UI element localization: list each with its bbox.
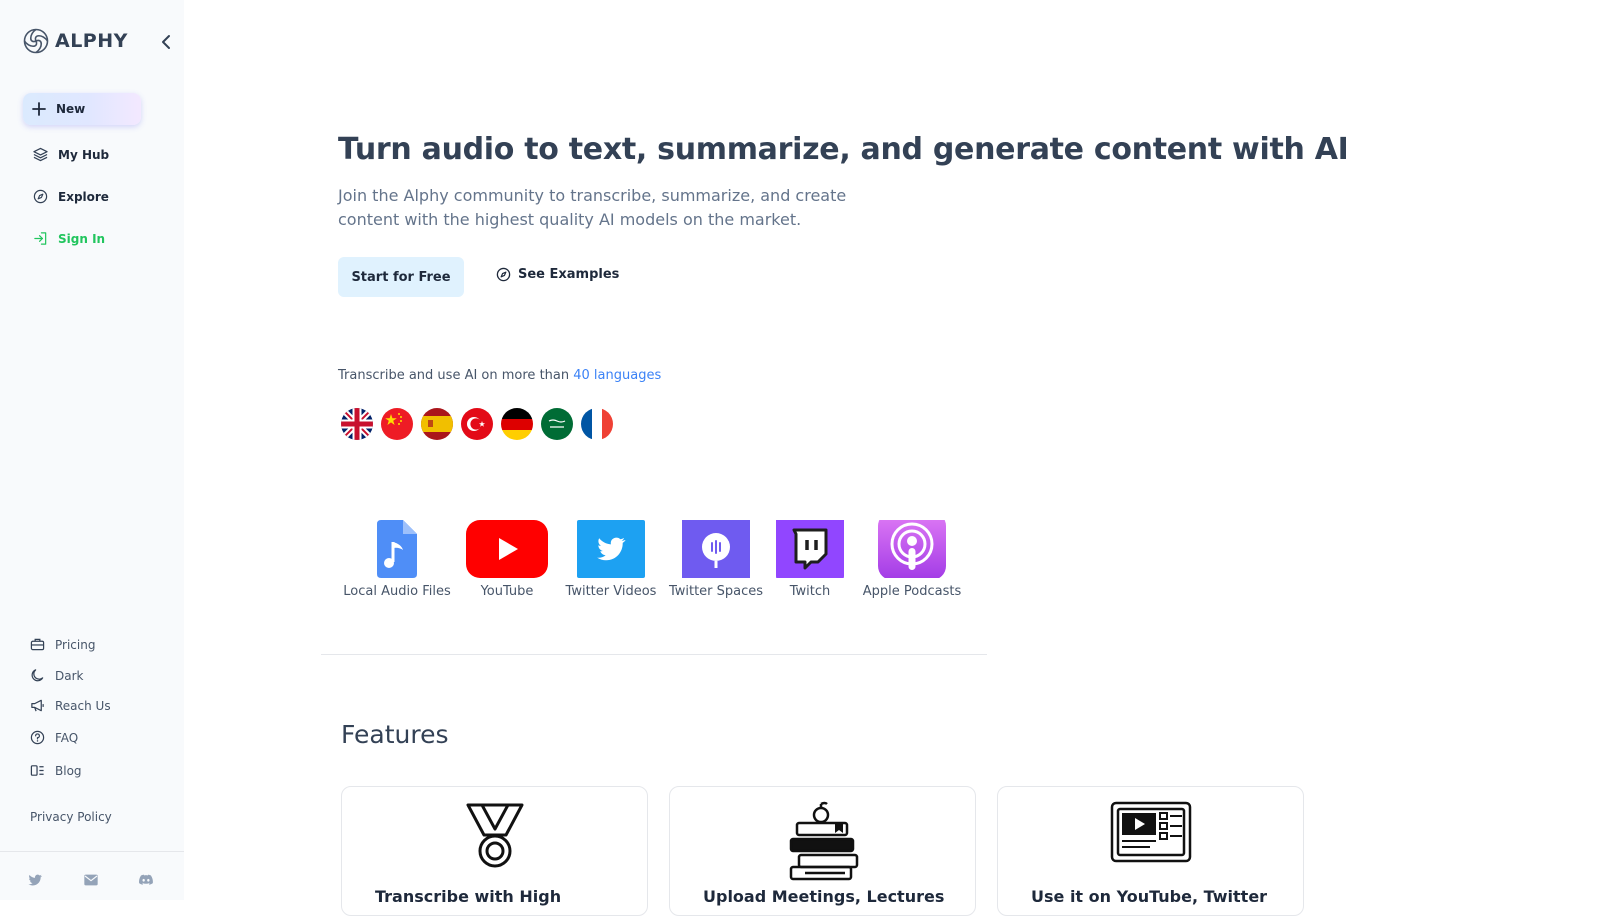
feature-card-title: Upload Meetings, Lectures [703,887,945,906]
source-local-audio[interactable]: Local Audio Files [338,520,456,599]
features-title: Features [341,720,449,749]
mail-icon[interactable] [83,872,99,888]
question-icon [30,730,45,745]
source-twitter-spaces[interactable]: Twitter Spaces [668,520,764,599]
video-browser-icon [1110,801,1191,863]
blog-link[interactable]: Blog [30,763,82,778]
main-content: Turn audio to text, summarize, and gener… [184,0,1600,916]
uk-flag [341,408,373,440]
medal-icon [466,803,523,868]
pricing-label: Pricing [55,637,96,652]
collapse-chevron-icon[interactable] [159,34,173,50]
plus-icon [32,102,46,116]
megaphone-icon [31,699,44,712]
languages-line: Transcribe and use AI on more than 40 la… [338,368,661,383]
sources-row: Local Audio Files YouTube Twitter Videos [338,520,1178,620]
moon-icon [31,669,44,682]
section-divider [321,654,987,655]
pricing-link[interactable]: Pricing [30,637,95,652]
see-examples-label: See Examples [518,267,620,282]
nav-label: My Hub [58,147,110,162]
turkey-flag [461,408,493,440]
nav-label: Sign In [58,231,106,246]
blog-label: Blog [55,763,82,778]
source-label: Twitch [789,584,831,599]
compass-icon [496,267,511,282]
logo-text: ALPHY [55,30,128,52]
languages-prefix: Transcribe and use AI on more than [338,368,574,383]
audio-file-icon [377,520,417,578]
podcasts-icon [878,520,946,578]
source-label: Twitter Videos [565,584,657,599]
blog-icon [30,765,44,776]
feature-card[interactable]: Upload Meetings, Lectures [669,786,976,916]
twitch-icon [776,520,844,578]
hero-subtitle: Join the Alphy community to transcribe, … [338,186,847,229]
saudi-flag [541,408,573,440]
alphy-logo-icon [23,28,49,54]
sidebar: ALPHY New My Hub Explore Sign In Pricing… [0,0,184,900]
china-flag [381,408,413,440]
nav-label: Explore [58,189,109,204]
flags-row [341,408,613,440]
feature-card[interactable]: Transcribe with High [341,786,648,916]
nav-item-explore[interactable]: Explore [33,189,109,204]
feature-card-title: Use it on YouTube, Twitter [1031,887,1268,906]
compass-icon [33,189,48,204]
nav-item-sign-in[interactable]: Sign In [33,231,105,246]
sidebar-divider [0,851,184,852]
reach-us-link[interactable]: Reach Us [30,698,111,713]
faq-label: FAQ [55,730,79,745]
source-youtube[interactable]: YouTube [466,520,548,599]
hero-title: Turn audio to text, summarize, and gener… [338,132,1349,167]
france-flag [581,408,613,440]
dark-mode-toggle[interactable]: Dark [30,668,83,683]
source-label: Local Audio Files [343,584,451,599]
see-examples-button[interactable]: See Examples [496,267,619,282]
logo[interactable]: ALPHY [23,28,128,54]
twitter-icon [577,520,645,578]
feature-card[interactable]: Use it on YouTube, Twitter [997,786,1304,916]
sign-in-icon [34,232,47,245]
dark-label: Dark [55,668,84,683]
source-twitch[interactable]: Twitch [775,520,845,599]
reach-us-label: Reach Us [55,698,111,713]
germany-flag [501,408,533,440]
nav-item-my-hub[interactable]: My Hub [33,147,109,162]
source-label: YouTube [480,584,534,599]
start-for-free-button[interactable]: Start for Free [338,257,464,297]
discord-icon[interactable] [138,872,154,888]
source-twitter-videos[interactable]: Twitter Videos [566,520,656,599]
youtube-icon [466,520,548,578]
new-button-label: New [56,102,86,116]
source-label: Apple Podcasts [862,584,962,599]
source-apple-podcasts[interactable]: Apple Podcasts [862,520,962,599]
feature-card-title: Transcribe with High [375,887,562,906]
privacy-policy-link[interactable]: Privacy Policy [30,810,112,824]
twitter-icon[interactable] [27,872,43,888]
books-icon [789,801,858,881]
faq-link[interactable]: FAQ [30,730,78,745]
languages-link[interactable]: 40 languages [573,368,661,383]
source-label: Twitter Spaces [668,584,764,599]
twitter-spaces-icon [682,520,750,578]
layers-icon [33,147,48,162]
spain-flag [421,408,453,440]
new-button[interactable]: New [23,93,141,125]
briefcase-icon [30,638,45,651]
